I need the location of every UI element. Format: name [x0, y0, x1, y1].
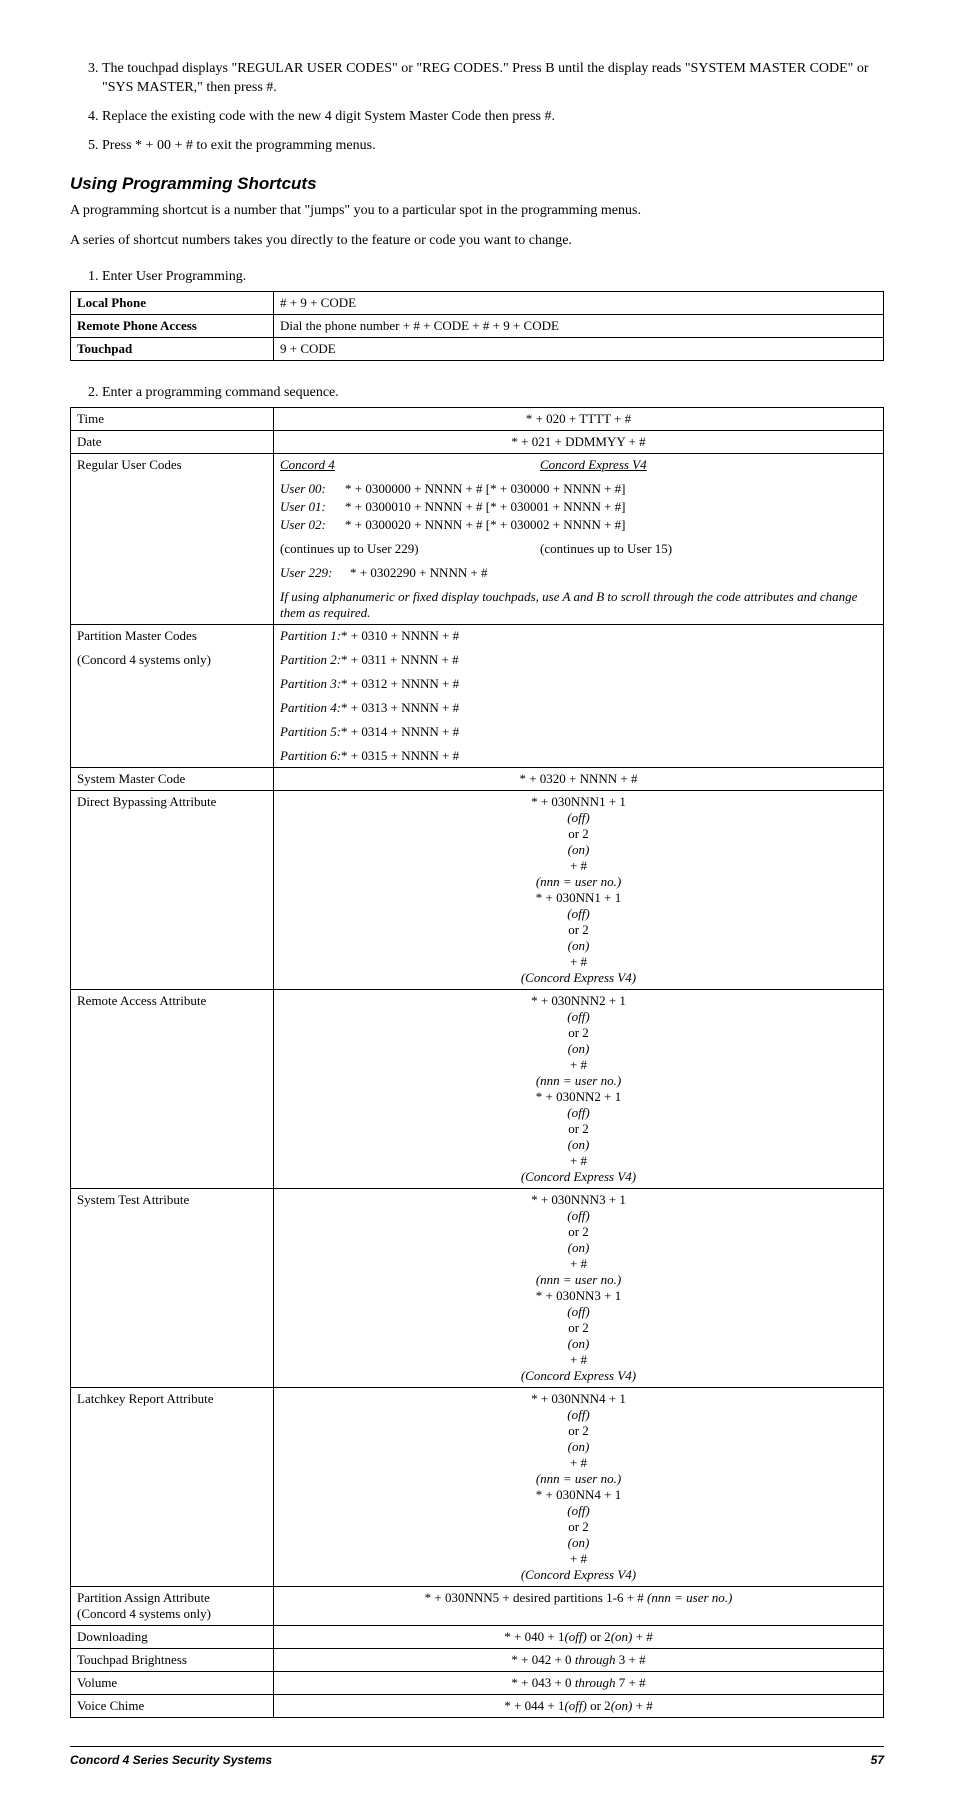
section-heading: Using Programming Shortcuts	[70, 174, 884, 194]
table-row: Remote Phone Access Dial the phone numbe…	[71, 315, 884, 338]
pmc-label-line1: Partition Master Codes	[77, 628, 267, 644]
pmc-p3-it: Partition 3:	[280, 676, 341, 691]
ruc-continues-left: (continues up to User 229)	[280, 541, 540, 557]
command-sequence-table: Time * + 020 + TTTT + # Date * + 021 + D…	[70, 407, 884, 1718]
pmc-p6: * + 0315 + NNNN + #	[341, 748, 459, 763]
user02-label: User 02:	[280, 517, 345, 533]
step-4: Replace the existing code with the new 4…	[102, 108, 884, 127]
cell-touchpad-value: 9 + CODE	[274, 338, 884, 361]
pmc-p1-it: Partition 1:	[280, 628, 341, 643]
table-row: Latchkey Report Attribute * + 030NNN4 + …	[71, 1388, 884, 1587]
ruc-continues-right: (continues up to User 15)	[540, 541, 877, 557]
cell-time-value: * + 020 + TTTT + #	[274, 408, 884, 431]
cell-smc-label: System Master Code	[71, 768, 274, 791]
cell-vc-value: * + 044 + 1(off) or 2(on) + #	[274, 1695, 884, 1718]
ruc-note: If using alphanumeric or fixed display t…	[280, 589, 877, 621]
table-row: Date * + 021 + DDMMYY + #	[71, 431, 884, 454]
procedure-list-2: Enter a programming command sequence.	[70, 385, 884, 401]
user00-value: * + 0300000 + NNNN + # [* + 030000 + NNN…	[345, 481, 877, 497]
pmc-p6-it: Partition 6:	[280, 748, 341, 763]
instruction-list: The touchpad displays "REGULAR USER CODE…	[70, 60, 884, 156]
cell-vol-value: * + 043 + 0 through 7 + #	[274, 1672, 884, 1695]
cell-remote-phone-value: Dial the phone number + # + CODE + # + 9…	[274, 315, 884, 338]
user01-label: User 01:	[280, 499, 345, 515]
table-row: Voice Chime * + 044 + 1(off) or 2(on) + …	[71, 1695, 884, 1718]
table-row: Remote Access Attribute * + 030NNN2 + 1(…	[71, 990, 884, 1189]
table-row: System Master Code * + 0320 + NNNN + #	[71, 768, 884, 791]
cell-paa-value: * + 030NNN5 + desired partitions 1-6 + #…	[274, 1587, 884, 1626]
cell-sta-label: System Test Attribute	[71, 1189, 274, 1388]
pmc-p2-it: Partition 2:	[280, 652, 341, 667]
cell-raa-value: * + 030NNN2 + 1(off) or 2(on) + # (nnn =…	[274, 990, 884, 1189]
cell-tb-value: * + 042 + 0 through 3 + #	[274, 1649, 884, 1672]
cell-sta-value: * + 030NNN3 + 1(off) or 2(on) + # (nnn =…	[274, 1189, 884, 1388]
cell-vol-label: Volume	[71, 1672, 274, 1695]
user229-value: * + 0302290 + NNNN + #	[350, 565, 877, 581]
cell-local-phone-value: # + 9 + CODE	[274, 292, 884, 315]
pmc-p3: * + 0312 + NNNN + #	[341, 676, 459, 691]
table-row: Regular User Codes Concord 4 Concord Exp…	[71, 454, 884, 625]
table-row: Volume * + 043 + 0 through 7 + #	[71, 1672, 884, 1695]
table-row: Direct Bypassing Attribute * + 030NNN1 +…	[71, 791, 884, 990]
user01-value: * + 0300010 + NNNN + # [* + 030001 + NNN…	[345, 499, 877, 515]
cell-local-phone-label: Local Phone	[71, 292, 274, 315]
pmc-p5-it: Partition 5:	[280, 724, 341, 739]
paragraph-2: A series of shortcut numbers takes you d…	[70, 232, 884, 251]
table-row: Time * + 020 + TTTT + #	[71, 408, 884, 431]
pmc-label-line2: (Concord 4 systems only)	[77, 652, 267, 668]
cell-paa-label: Partition Assign Attribute (Concord 4 sy…	[71, 1587, 274, 1626]
table-row: Local Phone # + 9 + CODE	[71, 292, 884, 315]
cell-time-label: Time	[71, 408, 274, 431]
cell-lra-label: Latchkey Report Attribute	[71, 1388, 274, 1587]
user02-value: * + 0300020 + NNNN + # [* + 030002 + NNN…	[345, 517, 877, 533]
cell-ruc-label: Regular User Codes	[71, 454, 274, 625]
cell-remote-phone-label: Remote Phone Access	[71, 315, 274, 338]
step-5: Press * + 00 + # to exit the programming…	[102, 137, 884, 156]
cell-pmc-label: Partition Master Codes (Concord 4 system…	[71, 625, 274, 768]
cell-downloading-value: * + 040 + 1(off) or 2(on) + #	[274, 1626, 884, 1649]
cell-raa-label: Remote Access Attribute	[71, 990, 274, 1189]
step-3: The touchpad displays "REGULAR USER CODE…	[102, 60, 884, 98]
table-row: Partition Master Codes (Concord 4 system…	[71, 625, 884, 768]
cell-ruc-value: Concord 4 Concord Express V4 User 00: * …	[274, 454, 884, 625]
table-row: Downloading * + 040 + 1(off) or 2(on) + …	[71, 1626, 884, 1649]
cell-touchpad-label: Touchpad	[71, 338, 274, 361]
cell-lra-value: * + 030NNN4 + 1(off) or 2(on) + # (nnn =…	[274, 1388, 884, 1587]
procedure-step-2: Enter a programming command sequence.	[102, 385, 884, 401]
cell-vc-label: Voice Chime	[71, 1695, 274, 1718]
cell-pmc-value: Partition 1:* + 0310 + NNNN + # Partitio…	[274, 625, 884, 768]
footer-title: Concord 4 Series Security Systems	[70, 1753, 272, 1767]
table-row: Touchpad 9 + CODE	[71, 338, 884, 361]
ruc-header-right: Concord Express V4	[540, 457, 877, 473]
ruc-header-left: Concord 4	[280, 457, 540, 473]
procedure-list-1: Enter User Programming.	[70, 269, 884, 285]
cell-dba-value: * + 030NNN1 + 1(off) or 2(on) + # (nnn =…	[274, 791, 884, 990]
table-row: Partition Assign Attribute (Concord 4 sy…	[71, 1587, 884, 1626]
paa-label-line1: Partition Assign Attribute	[77, 1590, 210, 1605]
access-method-table: Local Phone # + 9 + CODE Remote Phone Ac…	[70, 291, 884, 361]
paa-label-line2: (Concord 4 systems only)	[77, 1606, 211, 1621]
page-footer: Concord 4 Series Security Systems 57	[70, 1746, 884, 1767]
table-row: System Test Attribute * + 030NNN3 + 1(of…	[71, 1189, 884, 1388]
table-row: Touchpad Brightness * + 042 + 0 through …	[71, 1649, 884, 1672]
paragraph-1: A programming shortcut is a number that …	[70, 202, 884, 221]
cell-date-label: Date	[71, 431, 274, 454]
cell-dba-label: Direct Bypassing Attribute	[71, 791, 274, 990]
pmc-p1: * + 0310 + NNNN + #	[341, 628, 459, 643]
pmc-p4-it: Partition 4:	[280, 700, 341, 715]
procedure-step-1: Enter User Programming.	[102, 269, 884, 285]
cell-downloading-label: Downloading	[71, 1626, 274, 1649]
pmc-p4: * + 0313 + NNNN + #	[341, 700, 459, 715]
cell-smc-value: * + 0320 + NNNN + #	[274, 768, 884, 791]
cell-date-value: * + 021 + DDMMYY + #	[274, 431, 884, 454]
user229-label: User 229:	[280, 565, 350, 581]
pmc-p2: * + 0311 + NNNN + #	[341, 652, 459, 667]
cell-tb-label: Touchpad Brightness	[71, 1649, 274, 1672]
pmc-p5: * + 0314 + NNNN + #	[341, 724, 459, 739]
footer-page-number: 57	[871, 1753, 884, 1767]
user00-label: User 00:	[280, 481, 345, 497]
